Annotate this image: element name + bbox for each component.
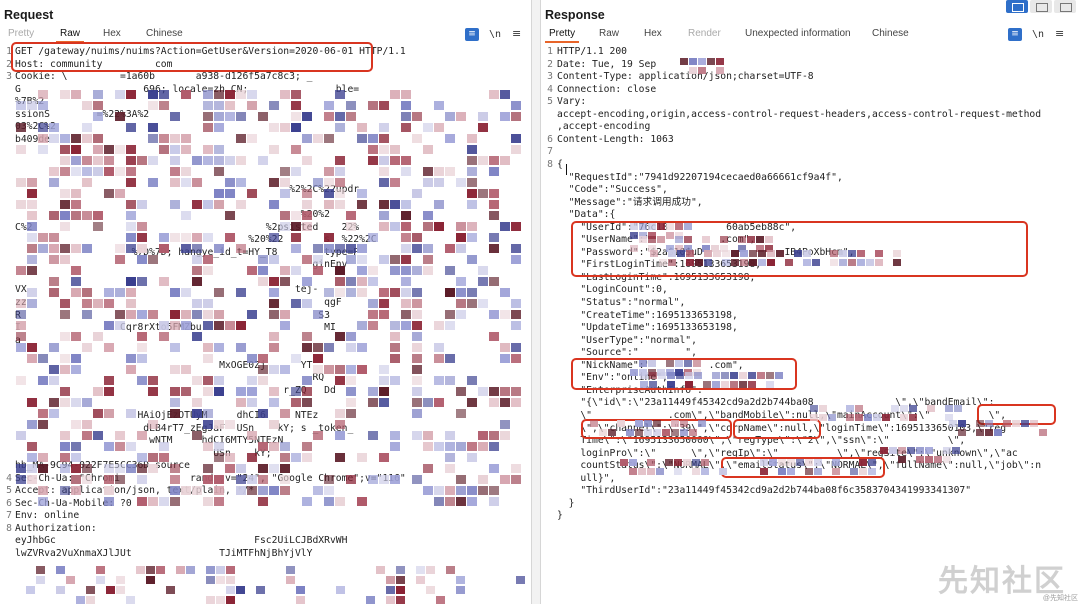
- code-line: }: [557, 497, 575, 509]
- pane-divider[interactable]: [532, 0, 541, 604]
- response-tab-hex[interactable]: Hex: [644, 28, 662, 39]
- request-tab-chinese[interactable]: Chinese: [146, 28, 183, 39]
- code-line: "Data":{: [557, 209, 616, 221]
- code-line: "UpdateTime":1695133653198,: [557, 322, 738, 334]
- code-line: Vary:: [557, 96, 587, 108]
- menu-icon[interactable]: ≡: [1055, 27, 1064, 40]
- code-line: "LoginCount":0,: [557, 284, 668, 296]
- request-tab-pretty[interactable]: Pretty: [8, 28, 34, 39]
- layout-side-by-side-button[interactable]: [1006, 0, 1028, 13]
- code-line: Sec-Ch-Ua-Mobile: ?0: [15, 497, 132, 509]
- code-line: 03%2C%2: [15, 121, 371, 133]
- code-line: eyJhbGc Fsc2UiLCJBdXRvWH: [15, 535, 348, 547]
- watermark-small: @先知社区: [1042, 595, 1078, 602]
- request-tab-raw[interactable]: Raw: [55, 28, 85, 43]
- wrap-lines-icon[interactable]: ≡: [465, 28, 479, 41]
- code-line: lwZVRva2VuXnmaXJlJUt TJiMTFhNjBhYjVlY: [15, 548, 313, 559]
- layout-single-button[interactable]: [1054, 0, 1076, 13]
- line-number: 1: [547, 46, 553, 57]
- line-number: 6: [6, 497, 12, 509]
- code-line: "Status":"normal",: [557, 297, 686, 308]
- line-number: 2: [547, 58, 553, 70]
- response-tab-chinese[interactable]: Chinese: [872, 28, 909, 39]
- highlight-request-line: [11, 42, 373, 72]
- code-line: Connection: close: [557, 83, 657, 95]
- line-number: 6: [547, 133, 553, 145]
- code-line: Content-Type: application/json;charset=U…: [557, 71, 814, 83]
- menu-icon[interactable]: ≡: [512, 27, 521, 40]
- code-line: ,accept-encoding: [557, 121, 651, 133]
- line-number: 3: [547, 71, 553, 83]
- code-line: Cookie: \ =1a60b a938-d126f5a7c8c3; _: [15, 71, 325, 83]
- line-number: 4: [6, 472, 12, 484]
- line-number: 4: [547, 83, 553, 95]
- response-tab-pretty[interactable]: Pretty: [544, 28, 580, 43]
- request-title: Request: [4, 8, 54, 22]
- code-line: RQ: [15, 372, 325, 384]
- response-tab-raw[interactable]: Raw: [599, 28, 619, 39]
- code-line: "ThirdUserId":"23a11449f45342cd9a2d2b744…: [557, 485, 972, 497]
- highlight-bandmobile: [733, 419, 821, 439]
- code-line: Env: online: [15, 510, 80, 522]
- wrap-lines-icon[interactable]: ≡: [1008, 28, 1022, 41]
- code-line: "Code":"Success",: [557, 184, 668, 196]
- line-number: 5: [547, 96, 553, 108]
- line-number: 7: [547, 146, 553, 158]
- request-tab-hex[interactable]: Hex: [103, 28, 121, 39]
- code-line: wNTM hdCI6MTY5NTEzN: [15, 435, 284, 447]
- response-tab-unexpected-information[interactable]: Unexpected information: [745, 28, 851, 39]
- code-line: HTTP/1.1 200: [557, 46, 627, 57]
- line-number: 7: [6, 510, 12, 522]
- response-pane: Response Pretty Raw Hex Render Unexpecte…: [541, 0, 1080, 604]
- code-line: accept-encoding,origin,access-control-re…: [557, 108, 1042, 120]
- code-line: "Message":"请求调用成功",: [557, 196, 703, 208]
- line-number: 5: [6, 485, 12, 497]
- code-line: "RequestId":"7941d92207194cecaed0a66661c…: [557, 171, 843, 183]
- line-number: 8: [6, 522, 12, 534]
- code-line: ssionS =%22%3A%2: [15, 108, 371, 120]
- code-line: ull}",: [557, 472, 616, 484]
- show-newlines-icon[interactable]: \n: [1032, 29, 1044, 40]
- code-line: Date: Tue, 19 Sep: [557, 58, 657, 70]
- code-line: }: [557, 510, 563, 522]
- response-tab-render[interactable]: Render: [688, 28, 721, 39]
- code-line: "CreateTime":1695133653198,: [557, 309, 738, 321]
- code-line: {: [557, 158, 563, 170]
- show-newlines-icon[interactable]: \n: [489, 29, 501, 40]
- line-number: 3: [6, 71, 12, 83]
- response-tabs: Pretty Raw Hex Render Unexpected informa…: [541, 28, 1080, 44]
- code-line: "UserType":"normal",: [557, 334, 697, 346]
- layout-stacked-button[interactable]: [1030, 0, 1052, 13]
- response-title: Response: [545, 8, 605, 22]
- text-cursor: [566, 164, 567, 175]
- line-number: 8: [547, 158, 553, 170]
- code-line: Content-Length: 1063: [557, 133, 674, 145]
- code-line: Authorization:: [15, 522, 97, 534]
